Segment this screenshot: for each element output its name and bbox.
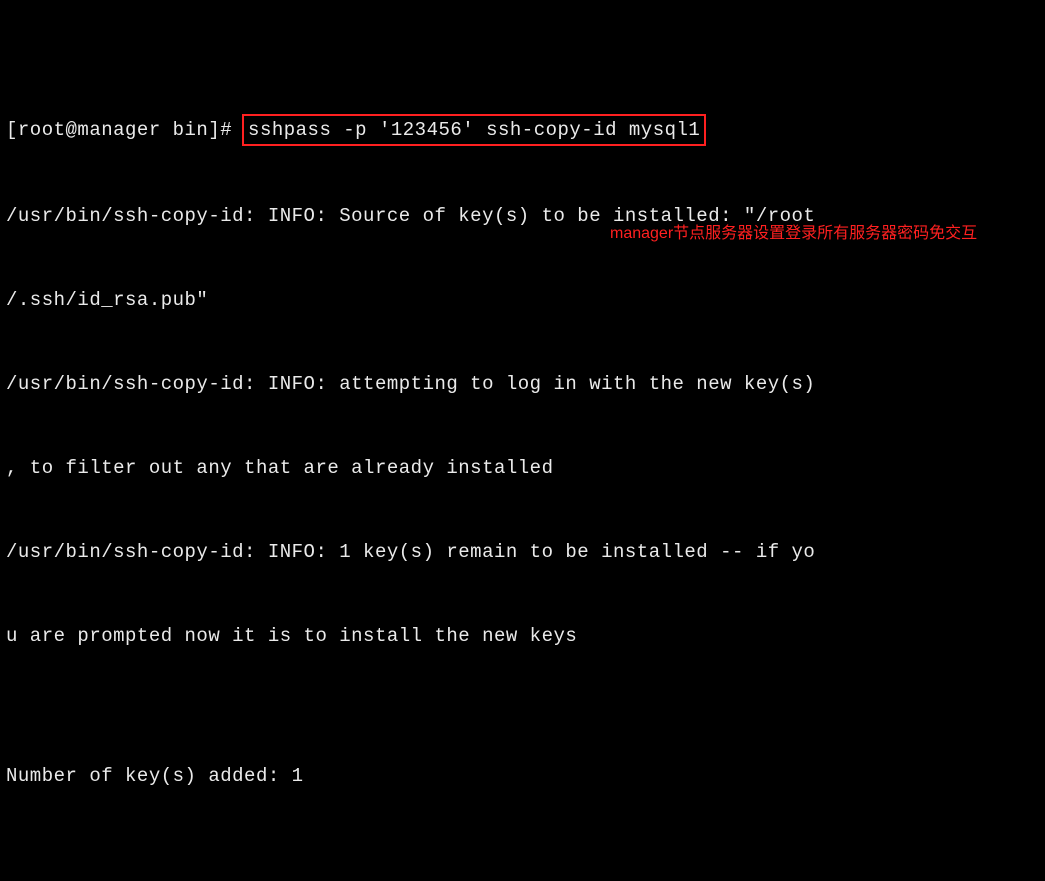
annotation-text: manager节点服务器设置登录所有服务器密码免交互 [610, 220, 977, 248]
output-line: Number of key(s) added: 1 [6, 762, 1039, 790]
output-line: /usr/bin/ssh-copy-id: INFO: attempting t… [6, 370, 1039, 398]
output-line: , to filter out any that are already ins… [6, 454, 1039, 482]
terminal-screen[interactable]: [root@manager bin]# sshpass -p '123456' … [0, 0, 1045, 881]
output-line: /usr/bin/ssh-copy-id: INFO: 1 key(s) rem… [6, 538, 1039, 566]
prompt-line: [root@manager bin]# sshpass -p '123456' … [6, 114, 1039, 146]
command-highlight: sshpass -p '123456' ssh-copy-id mysql1 [242, 114, 706, 146]
output-line: u are prompted now it is to install the … [6, 622, 1039, 650]
shell-prompt: [root@manager bin]# [6, 119, 244, 141]
output-line: /.ssh/id_rsa.pub" [6, 286, 1039, 314]
